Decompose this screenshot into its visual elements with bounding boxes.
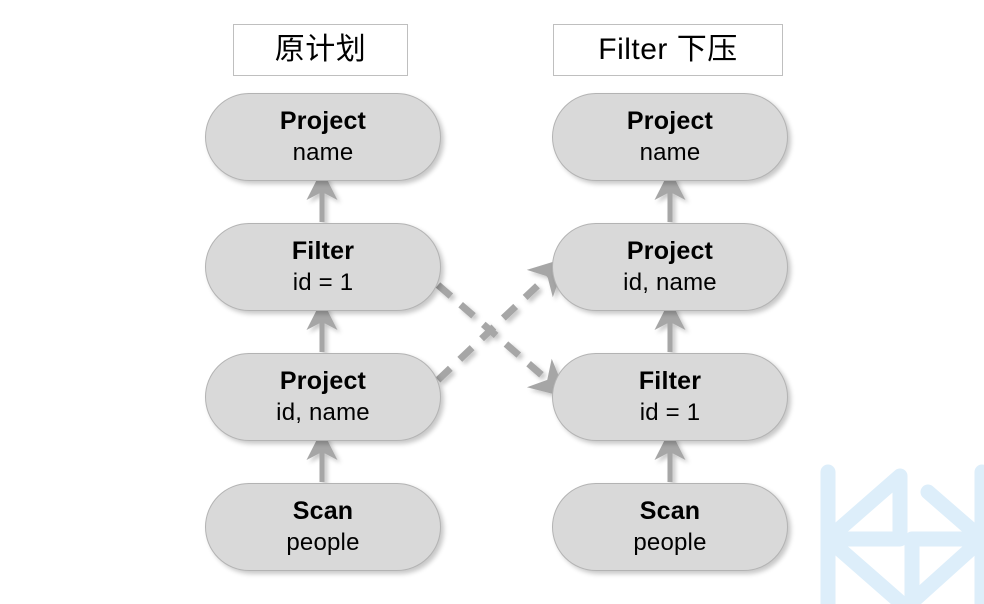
node-left-scan[interactable]: Scan people [205,483,441,571]
arrow-layer [306,169,686,482]
node-right-project-id-name[interactable]: Project id, name [552,223,788,311]
node-right-project-name[interactable]: Project name [552,93,788,181]
title-box-filter-pushdown: Filter 下压 [553,24,783,76]
node-detail-label: id, name [276,399,370,427]
node-op-label: Scan [292,496,354,525]
node-op-label: Project [626,236,714,265]
diagram-canvas: 原计划 Filter 下压 Project name Filter id = 1… [0,0,984,604]
node-right-filter[interactable]: Filter id = 1 [552,353,788,441]
node-op-label: Project [626,106,714,135]
node-detail-label: name [292,139,354,167]
corner-logo-watermark [820,464,984,604]
node-detail-label: people [633,529,707,557]
node-detail-label: people [286,529,360,557]
dashed-arrow-project-liftup [435,257,568,383]
node-op-label: Filter [291,236,355,265]
node-op-label: Scan [639,496,701,525]
node-detail-label: id, name [623,269,717,297]
node-op-label: Project [279,366,367,395]
title-box-filter-pushdown-label: Filter 下压 [598,33,738,66]
node-right-scan[interactable]: Scan people [552,483,788,571]
node-left-filter[interactable]: Filter id = 1 [205,223,441,311]
title-box-original-plan-label: 原计划 [274,33,367,66]
dashed-arrow-filter-pushdown [435,282,568,398]
node-detail-label: id = 1 [292,269,354,297]
node-left-project-id-name[interactable]: Project id, name [205,353,441,441]
node-detail-label: id = 1 [639,399,701,427]
title-box-original-plan: 原计划 [233,24,408,76]
node-detail-label: name [639,139,701,167]
node-left-project-name[interactable]: Project name [205,93,441,181]
node-op-label: Filter [638,366,702,395]
node-op-label: Project [279,106,367,135]
